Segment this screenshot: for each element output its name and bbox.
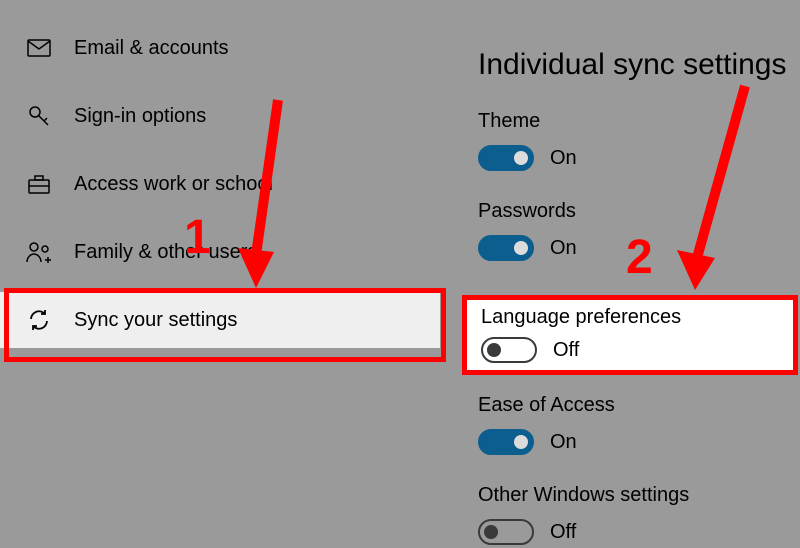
- sync-icon: [26, 307, 52, 333]
- setting-ease-of-access: Ease of Access On: [478, 394, 778, 455]
- toggle-theme[interactable]: [478, 145, 534, 171]
- setting-language-preferences: Language preferences Off: [462, 295, 798, 375]
- sidebar-item-email-accounts[interactable]: Email & accounts: [0, 20, 440, 76]
- toggle-other-windows[interactable]: [478, 519, 534, 545]
- toggle-state-text: On: [550, 237, 577, 260]
- briefcase-icon: [26, 171, 52, 197]
- sidebar-item-label: Family & other users: [74, 241, 257, 264]
- people-icon: [26, 239, 52, 265]
- setting-label: Language preferences: [481, 306, 781, 329]
- setting-label: Other Windows settings: [478, 484, 778, 507]
- setting-passwords: Passwords On: [478, 200, 778, 261]
- panel-title: Individual sync settings: [478, 48, 787, 82]
- toggle-passwords[interactable]: [478, 235, 534, 261]
- sync-settings-panel: Individual sync settings Theme On Passwo…: [440, 0, 800, 548]
- toggle-state-text: On: [550, 147, 577, 170]
- toggle-state-text: On: [550, 431, 577, 454]
- sidebar-item-label: Sync your settings: [74, 309, 237, 332]
- setting-label: Passwords: [478, 200, 778, 223]
- sidebar-item-signin-options[interactable]: Sign-in options: [0, 88, 440, 144]
- toggle-language[interactable]: [481, 337, 537, 363]
- settings-sidebar: Email & accounts Sign-in options Access …: [0, 0, 440, 548]
- setting-label: Theme: [478, 110, 778, 133]
- sidebar-item-label: Access work or school: [74, 173, 273, 196]
- toggle-ease-of-access[interactable]: [478, 429, 534, 455]
- toggle-state-text: Off: [550, 521, 576, 544]
- sidebar-item-label: Sign-in options: [74, 105, 206, 128]
- key-icon: [26, 103, 52, 129]
- setting-label: Ease of Access: [478, 394, 778, 417]
- sidebar-item-work-school[interactable]: Access work or school: [0, 156, 440, 212]
- setting-theme: Theme On: [478, 110, 778, 171]
- setting-other-windows: Other Windows settings Off: [478, 484, 778, 545]
- sidebar-item-family-users[interactable]: Family & other users: [0, 224, 440, 280]
- toggle-state-text: Off: [553, 339, 579, 362]
- sidebar-item-label: Email & accounts: [74, 37, 229, 60]
- mail-icon: [26, 35, 52, 61]
- sidebar-item-sync-settings[interactable]: Sync your settings: [0, 292, 440, 348]
